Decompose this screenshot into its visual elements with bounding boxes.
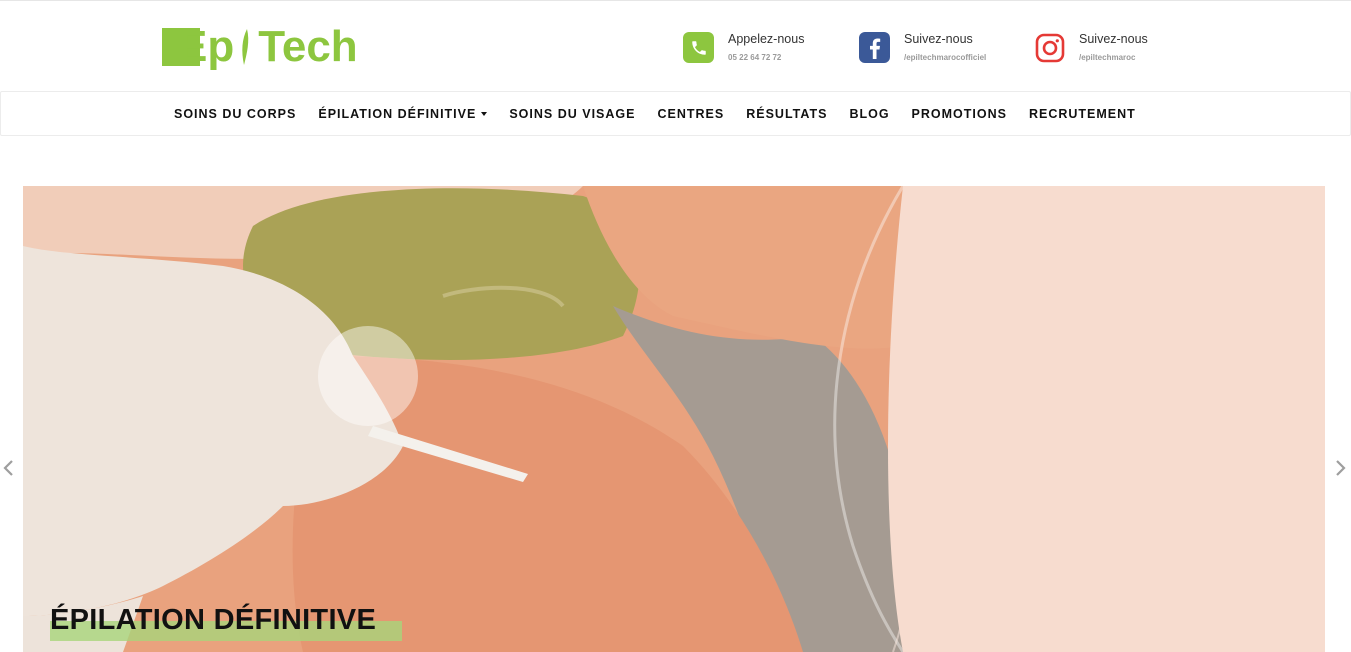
hero-slider[interactable]: ÉPILATION DÉFINITIVE xyxy=(23,186,1325,652)
nav-item-epilation-definitive[interactable]: ÉPILATION DÉFINITIVE xyxy=(318,106,488,121)
phone-icon xyxy=(683,32,714,63)
logo[interactable]: Ep Tech xyxy=(162,24,358,70)
hero-caption-text: ÉPILATION DÉFINITIVE xyxy=(50,604,377,636)
nav-item-label: RÉSULTATS xyxy=(746,106,828,121)
contact-facebook-handle: /epiltechmarocofficiel xyxy=(904,53,987,62)
contact-phone-number: 05 22 64 72 72 xyxy=(728,53,782,62)
contact-phone[interactable]: Appelez-nous 05 22 64 72 72 xyxy=(683,32,804,65)
nav-item-label: ÉPILATION DÉFINITIVE xyxy=(318,106,477,121)
nav-item-recrutement[interactable]: RECRUTEMENT xyxy=(1029,107,1136,121)
main-navigation: SOINS DU CORPS ÉPILATION DÉFINITIVE SOIN… xyxy=(0,91,1351,136)
contact-facebook[interactable]: Suivez-nous /epiltechmarocofficiel xyxy=(859,32,986,65)
facebook-icon xyxy=(859,32,890,63)
nav-item-centres[interactable]: CENTRES xyxy=(657,107,724,121)
contact-facebook-title: Suivez-nous xyxy=(904,32,973,46)
hero-image xyxy=(23,186,1325,652)
header: Ep Tech Appelez-nous 05 22 64 72 72 Suiv… xyxy=(0,0,1351,91)
nav-item-label: PROMOTIONS xyxy=(911,106,1007,121)
instagram-icon xyxy=(1034,32,1065,63)
nav-item-label: SOINS DU CORPS xyxy=(174,106,297,121)
nav-item-soins-du-corps[interactable]: SOINS DU CORPS xyxy=(174,107,296,121)
nav-item-promotions[interactable]: PROMOTIONS xyxy=(912,107,1007,121)
contact-phone-title: Appelez-nous xyxy=(728,32,805,46)
contact-instagram-handle: /epiltechmaroc xyxy=(1079,53,1136,62)
contact-instagram[interactable]: Suivez-nous /epiltechmaroc xyxy=(1034,32,1148,65)
slider-next-arrow-icon[interactable] xyxy=(1333,458,1347,478)
nav-item-label: BLOG xyxy=(849,106,890,121)
nav-item-blog[interactable]: BLOG xyxy=(849,107,889,121)
nav-item-label: SOINS DU VISAGE xyxy=(509,106,636,121)
slider-prev-arrow-icon[interactable] xyxy=(2,458,16,478)
logo-ep-text: Ep xyxy=(178,22,235,71)
contact-instagram-title: Suivez-nous xyxy=(1079,32,1148,46)
logo-tech-text: Tech xyxy=(258,22,358,71)
nav-item-resultats[interactable]: RÉSULTATS xyxy=(746,107,827,121)
nav-item-label: CENTRES xyxy=(657,106,725,121)
leaf-icon xyxy=(242,29,249,65)
hero-caption: ÉPILATION DÉFINITIVE xyxy=(50,604,402,641)
nav-item-label: RECRUTEMENT xyxy=(1028,106,1136,121)
caret-down-icon xyxy=(481,112,488,117)
nav-item-soins-du-visage[interactable]: SOINS DU VISAGE xyxy=(509,107,635,121)
